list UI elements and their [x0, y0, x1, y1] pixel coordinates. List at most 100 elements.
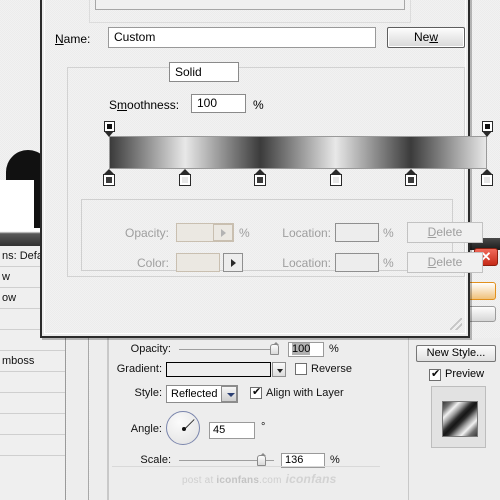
reverse-checkbox[interactable] — [295, 363, 307, 375]
align-with-layer-checkbox[interactable] — [250, 385, 262, 399]
style-row: Style: Reflected Align with Layer — [109, 384, 408, 406]
style-list-item-label: ow — [2, 292, 17, 304]
watermark-logo: iconfans — [285, 472, 337, 486]
stop-opacity-location-percent: % — [383, 226, 394, 240]
delete-opacity-stop-button: Delete — [407, 222, 483, 243]
color-stop-color — [181, 177, 188, 183]
opacity-row: Opacity: 100 % — [109, 340, 408, 359]
document-preview-top — [0, 180, 34, 230]
watermark-prefix: post at — [182, 475, 217, 486]
gradient-swatch-button[interactable] — [166, 362, 271, 377]
color-stop-color — [257, 177, 264, 183]
chevron-right-icon — [221, 229, 226, 237]
stop-opacity-location-label: Location: — [282, 226, 331, 240]
gradient-row: Gradient: Reverse — [109, 360, 408, 379]
watermark-brand: iconfans — [216, 475, 260, 486]
style-list-item[interactable] — [0, 372, 65, 393]
opacity-stop-fill — [484, 124, 490, 129]
scale-row: Scale: 136 % — [109, 451, 408, 470]
angle-label: Angle: — [130, 423, 162, 435]
opacity-slider-track[interactable] — [179, 349, 279, 350]
opacity-stop-pointer — [103, 131, 114, 137]
opacity-stop-fill — [106, 124, 112, 129]
scale-label: Scale: — [140, 454, 171, 466]
dialog-right-column: New Style... Preview — [408, 338, 500, 500]
stop-color-label: Color: — [136, 256, 169, 270]
smoothness-input[interactable]: 100 — [191, 94, 246, 113]
angle-input[interactable]: 45 — [209, 422, 255, 439]
opacity-input[interactable]: 100 — [288, 342, 324, 357]
resize-grip[interactable] — [450, 318, 462, 330]
name-label: Name: — [55, 32, 91, 46]
style-list-item[interactable] — [0, 414, 65, 435]
stop-color-swatch — [176, 253, 220, 272]
preview-checkbox[interactable] — [429, 367, 441, 381]
align-with-layer-label: Align with Layer — [266, 387, 344, 399]
gradient-editor-dialog: Name: Custom New Gradient Type: Solid Sm… — [40, 0, 493, 338]
reverse-label: Reverse — [311, 363, 352, 375]
color-stop-color — [484, 177, 490, 183]
gradient-preview-bar[interactable] — [109, 136, 487, 169]
gradient-preview-fill — [110, 137, 486, 168]
smoothness-label: Smoothness: — [109, 98, 180, 112]
delete-color-stop-button: Delete — [407, 252, 483, 273]
opacity-stop-pointer — [481, 131, 492, 137]
gradient-opacity-stop[interactable] — [103, 121, 115, 138]
gradient-picker-dropdown[interactable] — [272, 362, 286, 377]
stop-opacity-label: Opacity: — [124, 226, 169, 240]
opacity-label: Opacity: — [130, 343, 171, 355]
style-list-item[interactable] — [0, 393, 65, 414]
style-list-item[interactable] — [0, 435, 65, 456]
color-stop-swatch — [481, 174, 493, 186]
stop-color-location-input — [335, 253, 379, 272]
style-list-item-label: mboss — [2, 355, 35, 367]
gradient-color-stop[interactable] — [405, 169, 418, 187]
stop-opacity-stepper — [213, 224, 233, 241]
watermark: post at iconfans.com iconfans — [182, 472, 337, 486]
chevron-down-icon — [227, 393, 235, 397]
preview-thumbnail — [431, 386, 486, 448]
stop-opacity-location-input — [335, 223, 379, 242]
angle-dial[interactable] — [166, 411, 200, 445]
angle-degree-sign: ° — [261, 421, 266, 433]
opacity-input-value: 100 — [292, 343, 311, 355]
scale-percent-sign: % — [330, 454, 340, 466]
opacity-slider-thumb[interactable] — [270, 342, 279, 355]
chevron-down-icon — [277, 369, 283, 373]
angle-row: Angle: 45 ° — [109, 411, 408, 448]
preview-label: Preview — [445, 368, 485, 380]
presets-list[interactable] — [95, 0, 405, 10]
new-style-button[interactable]: New Style... — [416, 345, 496, 362]
name-input[interactable]: Custom — [108, 27, 376, 48]
gradient-opacity-stop[interactable] — [481, 121, 493, 138]
gradient-editor-inner: Name: Custom New Gradient Type: Solid Sm… — [44, 0, 493, 334]
style-list-item[interactable]: mboss — [0, 351, 65, 372]
scale-slider-thumb[interactable] — [257, 453, 266, 466]
chevron-right-icon — [231, 259, 236, 267]
color-stop-swatch — [254, 174, 267, 186]
stop-opacity-percent: % — [239, 226, 250, 240]
smoothness-percent-sign: % — [253, 98, 264, 112]
gradient-label: Gradient: — [116, 363, 162, 375]
gradient-type-select[interactable]: Solid — [169, 62, 239, 82]
stop-color-picker-button — [223, 253, 243, 272]
stop-color-location-percent: % — [383, 256, 394, 270]
color-stop-swatch — [329, 174, 342, 186]
color-stop-swatch — [178, 174, 191, 186]
gradient-color-stop[interactable] — [329, 169, 342, 187]
watermark-suffix: .com — [259, 475, 282, 486]
gradient-color-stop[interactable] — [254, 169, 267, 187]
style-select-button[interactable] — [221, 386, 237, 402]
gradient-color-stop[interactable] — [178, 169, 191, 187]
style-list-item-label: w — [2, 271, 10, 283]
color-stop-color — [332, 177, 339, 183]
opacity-percent-sign: % — [329, 343, 339, 355]
color-stop-color — [106, 177, 112, 183]
color-stop-swatch — [103, 174, 115, 186]
gradient-color-stop[interactable] — [103, 169, 115, 187]
gradient-color-stop[interactable] — [481, 169, 493, 187]
angle-center-dot — [182, 427, 186, 431]
preview-thumbnail-image — [442, 401, 478, 437]
color-stop-color — [408, 177, 415, 183]
new-gradient-button[interactable]: New — [387, 27, 465, 48]
